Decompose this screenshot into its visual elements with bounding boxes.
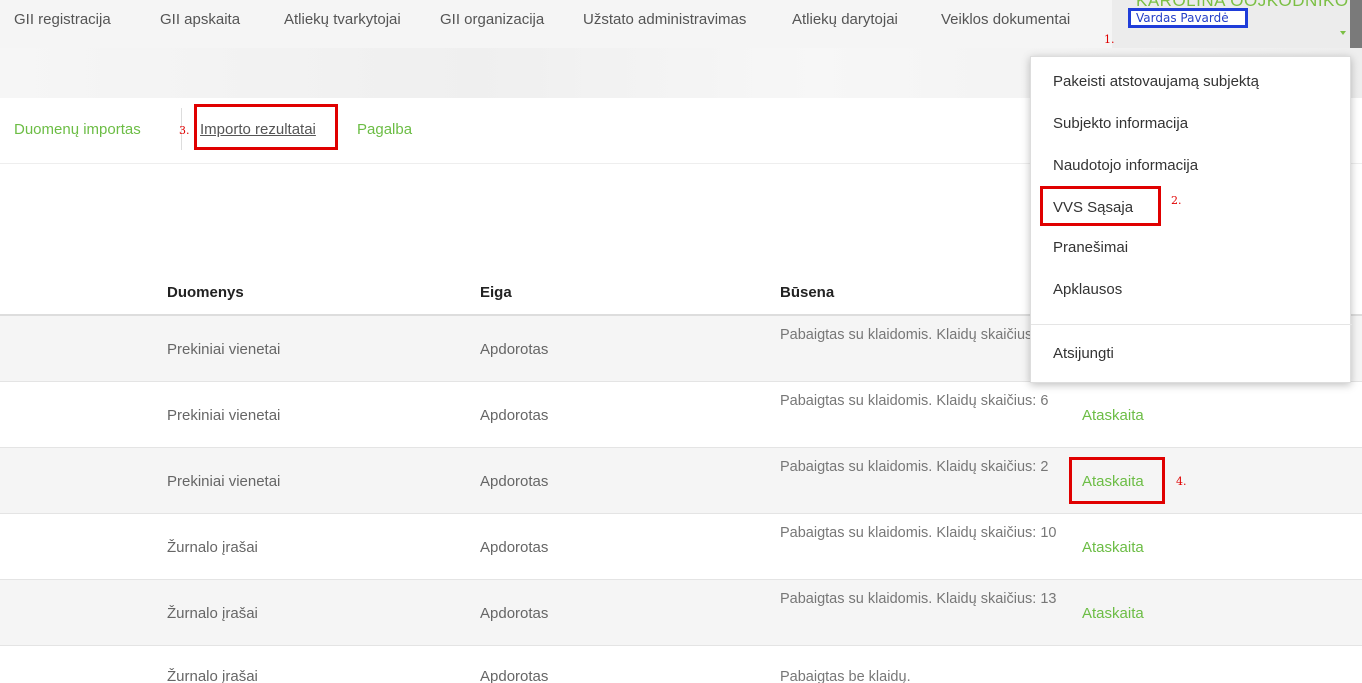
table-row: Žurnalo įrašai Apdorotas Pabaigtas su kl… [0, 580, 1362, 646]
menu-item-subject-info[interactable]: Subjekto informacija [1053, 115, 1188, 132]
cell-eiga: Apdorotas [480, 473, 549, 490]
report-link[interactable]: Ataskaita [1082, 539, 1144, 556]
chevron-down-icon[interactable] [1340, 31, 1346, 35]
nav-atlieku-tvarkytojai[interactable]: Atliekų tvarkytojai [284, 11, 401, 28]
subnav-duomenu-importas[interactable]: Duomenų importas [14, 121, 141, 138]
nav-gii-apskaita[interactable]: GII apskaita [160, 11, 240, 28]
table-row: Prekiniai vienetai Apdorotas Pabaigtas s… [0, 448, 1362, 514]
menu-item-logout[interactable]: Atsijungti [1053, 345, 1114, 362]
cell-eiga: Apdorotas [480, 668, 549, 683]
annotation-box-4 [1069, 457, 1165, 504]
annotation-number-3: 3. [179, 124, 190, 137]
cell-duomenys: Prekiniai vienetai [167, 341, 281, 358]
nav-atlieku-darytojai[interactable]: Atliekų darytojai [792, 11, 898, 28]
table-row: Prekiniai vienetai Apdorotas Pabaigtas s… [0, 382, 1362, 448]
report-link[interactable]: Ataskaita [1082, 605, 1144, 622]
user-dropdown-menu: Pakeisti atstovaujamą subjektą Subjekto … [1030, 56, 1352, 383]
column-header-busena: Būsena [780, 284, 835, 301]
cell-eiga: Apdorotas [480, 407, 549, 424]
cell-busena: Pabaigtas be klaidų. [780, 669, 911, 683]
menu-item-user-info[interactable]: Naudotojo informacija [1053, 157, 1198, 174]
subnav-pagalba[interactable]: Pagalba [357, 121, 412, 138]
cell-busena: Pabaigtas su klaidomis. Klaidų skaičius:… [780, 525, 1057, 541]
user-menu-toggle[interactable]: KAROLINA OOJKODNIKOVA 1. Vardas Pavardė [1104, 0, 1362, 48]
cell-eiga: Apdorotas [480, 605, 549, 622]
column-header-eiga: Eiga [480, 284, 512, 301]
annotation-number-1: 1. [1104, 33, 1115, 46]
cell-duomenys: Prekiniai vienetai [167, 473, 281, 490]
cell-duomenys: Žurnalo įrašai [167, 539, 258, 556]
annotation-box-3 [194, 104, 338, 150]
cell-duomenys: Prekiniai vienetai [167, 407, 281, 424]
cell-busena: Pabaigtas su klaidomis. Klaidų skaičius:… [780, 327, 1049, 343]
cell-busena: Pabaigtas su klaidomis. Klaidų skaičius:… [780, 393, 1049, 409]
cell-eiga: Apdorotas [480, 539, 549, 556]
annotation-number-2: 2. [1171, 194, 1182, 207]
column-header-duomenys: Duomenys [167, 284, 244, 301]
nav-gii-organizacija[interactable]: GII organizacija [440, 11, 544, 28]
cell-busena: Pabaigtas su klaidomis. Klaidų skaičius:… [780, 591, 1057, 607]
cell-duomenys: Žurnalo įrašai [167, 605, 258, 622]
menu-item-change-subject[interactable]: Pakeisti atstovaujamą subjektą [1053, 73, 1259, 90]
scrollbar[interactable] [1350, 0, 1362, 48]
cell-duomenys: Žurnalo įrašai [167, 668, 258, 683]
table-row: Žurnalo įrašai Apdorotas Pabaigtas be kl… [0, 646, 1362, 683]
report-link[interactable]: Ataskaita [1082, 407, 1144, 424]
nav-veiklos-dokumentai[interactable]: Veiklos dokumentai [941, 11, 1070, 28]
menu-item-pranesimai[interactable]: Pranešimai [1053, 239, 1128, 256]
table-row: Žurnalo įrašai Apdorotas Pabaigtas su kl… [0, 514, 1362, 580]
top-navigation: GII registracija GII apskaita Atliekų tv… [0, 0, 1362, 48]
nav-uzstato-administravimas[interactable]: Užstato administravimas [583, 11, 746, 28]
annotation-number-4: 4. [1176, 475, 1187, 488]
annotation-box-2 [1040, 186, 1161, 226]
cell-eiga: Apdorotas [480, 341, 549, 358]
menu-divider [1031, 324, 1352, 325]
nav-gii-registracija[interactable]: GII registracija [14, 11, 111, 28]
menu-item-apklausos[interactable]: Apklausos [1053, 281, 1122, 298]
user-name-highlight[interactable]: Vardas Pavardė [1128, 8, 1248, 28]
cell-busena: Pabaigtas su klaidomis. Klaidų skaičius:… [780, 459, 1049, 475]
